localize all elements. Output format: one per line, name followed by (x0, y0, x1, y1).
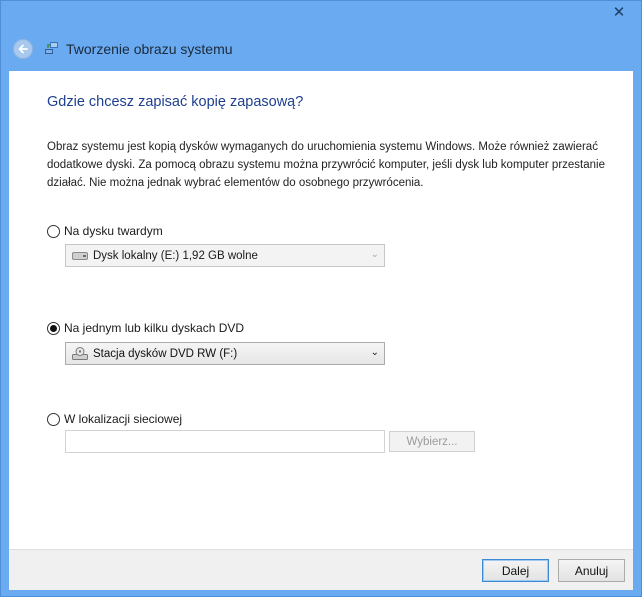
radio-hard-disk-label: Na dysku twardym (64, 224, 163, 238)
radio-network-label: W lokalizacji sieciowej (64, 412, 183, 426)
hard-disk-dropdown: Dysk lokalny (E:) 1,92 GB wolne ⌄ (65, 244, 385, 267)
back-button[interactable] (13, 39, 33, 59)
dvd-dropdown[interactable]: Stacja dysków DVD RW (F:) ⌄ (65, 342, 385, 365)
chevron-down-icon: ⌄ (370, 347, 379, 358)
title-bar: Tworzenie obrazu systemu (1, 25, 641, 71)
cancel-button[interactable]: Anuluj (558, 559, 625, 582)
radio-dvd-label: Na jednym lub kilku dyskach DVD (64, 321, 245, 335)
chevron-down-icon: ⌄ (370, 249, 379, 260)
radio-network-circle[interactable] (47, 412, 60, 426)
back-arrow-icon (18, 44, 28, 54)
footer-bar: Dalej Anuluj (9, 549, 633, 590)
close-button[interactable]: ✕ (606, 2, 632, 21)
page-heading: Gdzie chcesz zapisać kopię zapasową? (47, 94, 304, 110)
dvd-dropdown-value: Stacja dysków DVD RW (F:) (93, 347, 238, 360)
radio-dvd[interactable]: Na jednym lub kilku dyskach DVD (47, 321, 244, 335)
browse-button: Wybierz... (389, 431, 475, 452)
radio-hard-disk[interactable]: Na dysku twardym (47, 224, 163, 238)
backup-app-icon (45, 42, 58, 54)
radio-network[interactable]: W lokalizacji sieciowej (47, 412, 182, 426)
close-icon: ✕ (612, 3, 626, 21)
dialog-window: ✕ Tworzenie obrazu systemu Gdzie chcesz … (0, 0, 642, 597)
radio-dvd-circle[interactable] (47, 321, 60, 335)
next-button[interactable]: Dalej (482, 559, 549, 582)
network-path-input (65, 430, 385, 453)
hard-drive-icon (72, 251, 88, 260)
radio-hard-disk-circle[interactable] (47, 224, 60, 238)
content-area: Gdzie chcesz zapisać kopię zapasową? Obr… (9, 71, 633, 549)
dvd-drive-icon (72, 346, 88, 360)
window-title: Tworzenie obrazu systemu (66, 41, 233, 57)
description-text: Obraz systemu jest kopią dysków wymagany… (47, 141, 605, 189)
hard-disk-dropdown-value: Dysk lokalny (E:) 1,92 GB wolne (93, 249, 258, 262)
